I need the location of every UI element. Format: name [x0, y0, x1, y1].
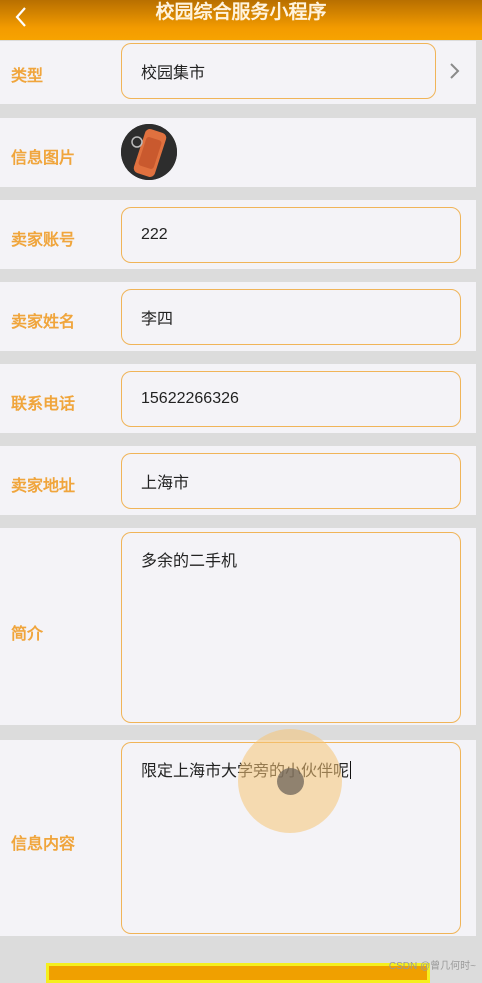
chevron-right-icon[interactable] [447, 62, 463, 80]
phone-label: 联系电话 [11, 396, 76, 413]
watermark: CSDN @曾几何时~ [388, 961, 476, 972]
type-select[interactable]: 校园集市 [121, 43, 436, 99]
intro-textarea[interactable]: 多余的二手机 [121, 532, 461, 723]
address-label: 卖家地址 [11, 478, 76, 495]
product-image[interactable] [121, 124, 177, 180]
app-header: 校园综合服务小程序 [0, 0, 482, 40]
content-label: 信息内容 [11, 836, 76, 853]
image-label: 信息图片 [11, 150, 76, 167]
address-input[interactable]: 上海市 [121, 453, 461, 509]
form-row-image: 信息图片 [0, 118, 476, 187]
seller-account-input[interactable]: 222 [121, 207, 461, 263]
submit-button[interactable] [46, 963, 430, 983]
seller-account-label: 卖家账号 [11, 232, 76, 249]
touch-point [277, 768, 304, 795]
seller-name-label: 卖家姓名 [11, 314, 76, 331]
page-title: 校园综合服务小程序 [155, 2, 327, 23]
intro-label: 简介 [11, 626, 44, 643]
type-label: 类型 [11, 68, 44, 85]
text-cursor [350, 761, 352, 779]
seller-name-input[interactable]: 李四 [121, 289, 461, 345]
phone-input[interactable]: 15622266326 [121, 371, 461, 427]
